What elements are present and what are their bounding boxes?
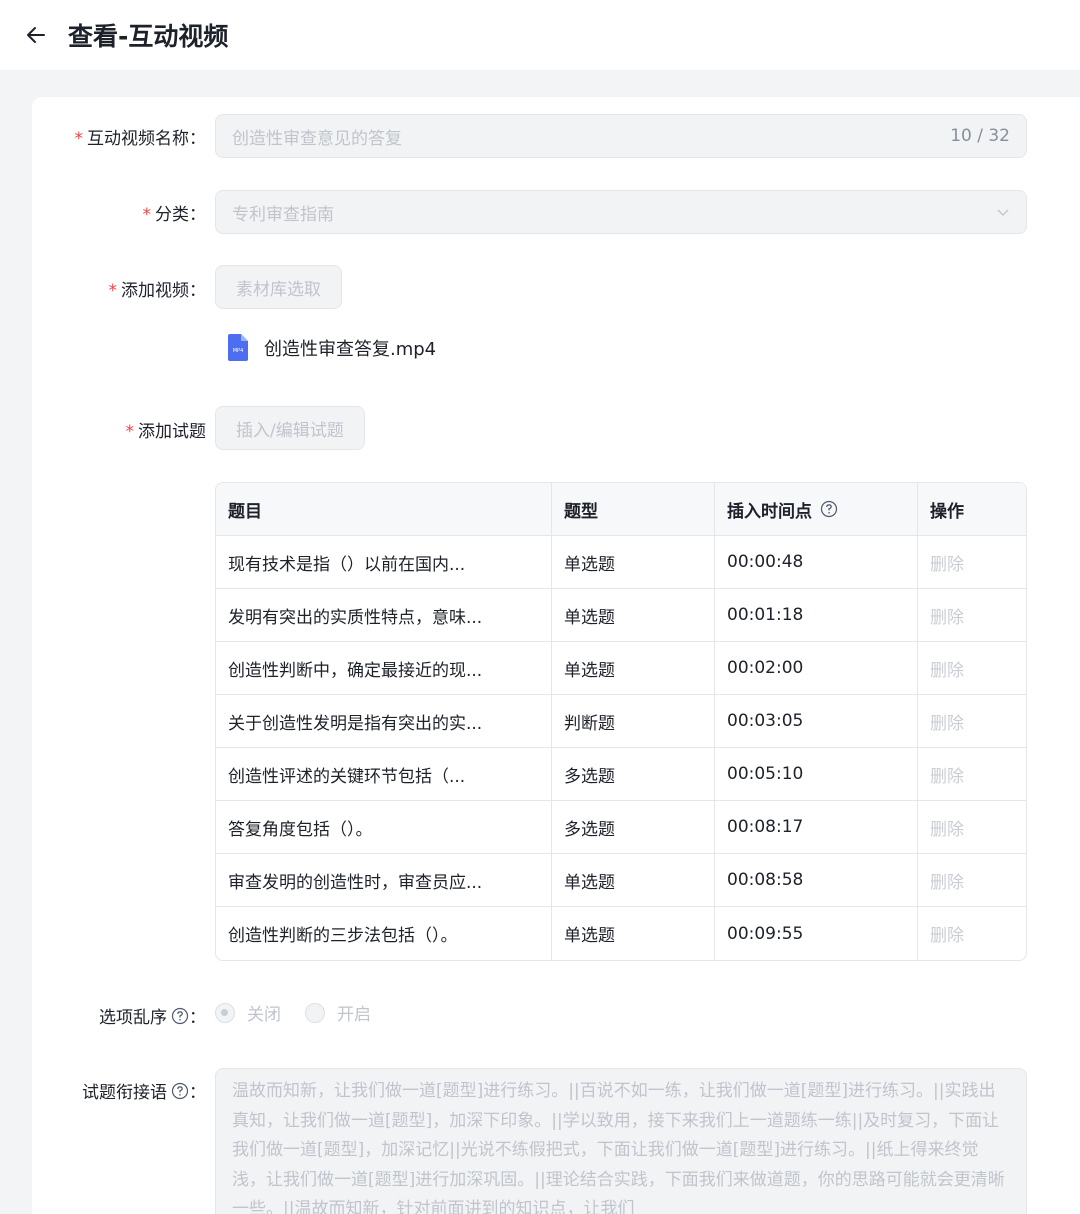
insert-time: 00:09:55 xyxy=(715,907,918,960)
name-label: * 互动视频名称： xyxy=(74,129,207,149)
delete-button[interactable]: 删除 xyxy=(918,642,1026,694)
video-file-name: 创造性审查答复.mp4 xyxy=(264,338,437,360)
question-type: 单选题 xyxy=(552,854,715,906)
mp4-file-icon: MP4 xyxy=(228,334,248,361)
header-type: 题型 xyxy=(552,483,715,535)
question-type: 单选题 xyxy=(552,907,715,960)
table-row: 关于创造性发明是指有突出的实... 判断题 00:03:05 删除 xyxy=(216,695,1026,748)
question-title: 创造性评述的关键环节包括（... xyxy=(216,748,552,800)
transition-textarea[interactable]: 温故而知新，让我们做一道[题型]进行练习。||百说不如一练，让我们做一道[题型]… xyxy=(215,1068,1027,1214)
question-title: 审查发明的创造性时，审查员应... xyxy=(216,854,552,906)
radio-unchecked xyxy=(305,1002,325,1023)
header-action: 操作 xyxy=(930,501,964,522)
chevron-down-icon xyxy=(997,209,1009,216)
question-title: 现有技术是指（）以前在国内... xyxy=(216,536,552,588)
shuffle-radio-group: 关闭 开启 xyxy=(215,1000,395,1025)
back-arrow-icon[interactable] xyxy=(24,23,48,47)
video-label: * 添加视频： xyxy=(108,281,207,301)
insert-time: 00:01:18 xyxy=(715,589,918,641)
category-value: 专利审查指南 xyxy=(232,204,334,225)
question-title: 创造性判断的三步法包括（）。 xyxy=(216,907,552,960)
video-file-item[interactable]: MP4 创造性审查答复.mp4 xyxy=(228,334,436,361)
category-select[interactable]: 专利审查指南 xyxy=(215,190,1027,234)
insert-time: 00:00:48 xyxy=(715,536,918,588)
insert-time: 00:08:58 xyxy=(715,854,918,906)
radio-checked xyxy=(215,1002,235,1023)
insert-time: 00:05:10 xyxy=(715,748,918,800)
delete-button[interactable]: 删除 xyxy=(918,695,1026,747)
material-library-button[interactable]: 素材库选取 xyxy=(215,265,342,309)
help-circle-icon[interactable] xyxy=(820,500,838,518)
table-row: 创造性判断中，确定最接近的现... 单选题 00:02:00 删除 xyxy=(216,642,1026,695)
transition-label: 试题衔接语 ： xyxy=(82,1082,206,1103)
shuffle-label: 选项乱序 ： xyxy=(99,1007,206,1028)
question-type: 多选题 xyxy=(552,801,715,853)
table-header-row: 题目 题型 插入时间点 操作 xyxy=(216,483,1026,536)
insert-time: 00:03:05 xyxy=(715,695,918,747)
category-label: * 分类： xyxy=(142,205,207,225)
insert-time: 00:02:00 xyxy=(715,642,918,694)
delete-button[interactable]: 删除 xyxy=(918,536,1026,588)
question-type: 判断题 xyxy=(552,695,715,747)
table-row: 创造性评述的关键环节包括（... 多选题 00:05:10 删除 xyxy=(216,748,1026,801)
shuffle-off-option[interactable]: 关闭 xyxy=(215,1000,281,1025)
questions-table: 题目 题型 插入时间点 操作 现有技术是指（）以前在国内... 单选题 00:00:… xyxy=(215,482,1027,961)
shuffle-on-option[interactable]: 开启 xyxy=(305,1000,371,1025)
question-title: 创造性判断中，确定最接近的现... xyxy=(216,642,552,694)
delete-button[interactable]: 删除 xyxy=(918,748,1026,800)
delete-button[interactable]: 删除 xyxy=(918,907,1026,960)
table-row: 发明有突出的实质性特点，意味... 单选题 00:01:18 删除 xyxy=(216,589,1026,642)
question-title: 关于创造性发明是指有突出的实... xyxy=(216,695,552,747)
page-title: 查看-互动视频 xyxy=(68,22,229,51)
table-row: 创造性判断的三步法包括（）。 单选题 00:09:55 删除 xyxy=(216,907,1026,960)
help-circle-icon[interactable] xyxy=(171,1082,189,1100)
table-row: 答复角度包括（）。 多选题 00:08:17 删除 xyxy=(216,801,1026,854)
header-title: 题目 xyxy=(216,483,552,535)
char-count: 10 / 32 xyxy=(950,126,1010,146)
question-type: 单选题 xyxy=(552,642,715,694)
insert-edit-questions-button[interactable]: 插入/编辑试题 xyxy=(215,406,365,450)
page-header: 查看-互动视频 xyxy=(0,0,1080,70)
delete-button[interactable]: 删除 xyxy=(918,589,1026,641)
question-title: 发明有突出的实质性特点，意味... xyxy=(216,589,552,641)
name-input[interactable]: 创造性审查意见的答复 10 / 32 xyxy=(215,114,1027,158)
question-type: 单选题 xyxy=(552,589,715,641)
question-title: 答复角度包括（）。 xyxy=(216,801,552,853)
delete-button[interactable]: 删除 xyxy=(918,801,1026,853)
insert-time: 00:08:17 xyxy=(715,801,918,853)
questions-label: * 添加试题 xyxy=(125,422,207,442)
header-time: 插入时间点 xyxy=(715,483,918,535)
name-value: 创造性审查意见的答复 xyxy=(232,128,402,149)
question-type: 单选题 xyxy=(552,536,715,588)
table-row: 现有技术是指（）以前在国内... 单选题 00:00:48 删除 xyxy=(216,536,1026,589)
help-circle-icon[interactable] xyxy=(171,1007,189,1025)
question-type: 多选题 xyxy=(552,748,715,800)
table-row: 审查发明的创造性时，审查员应... 单选题 00:08:58 删除 xyxy=(216,854,1026,907)
delete-button[interactable]: 删除 xyxy=(918,854,1026,906)
svg-text:MP4: MP4 xyxy=(233,348,244,354)
